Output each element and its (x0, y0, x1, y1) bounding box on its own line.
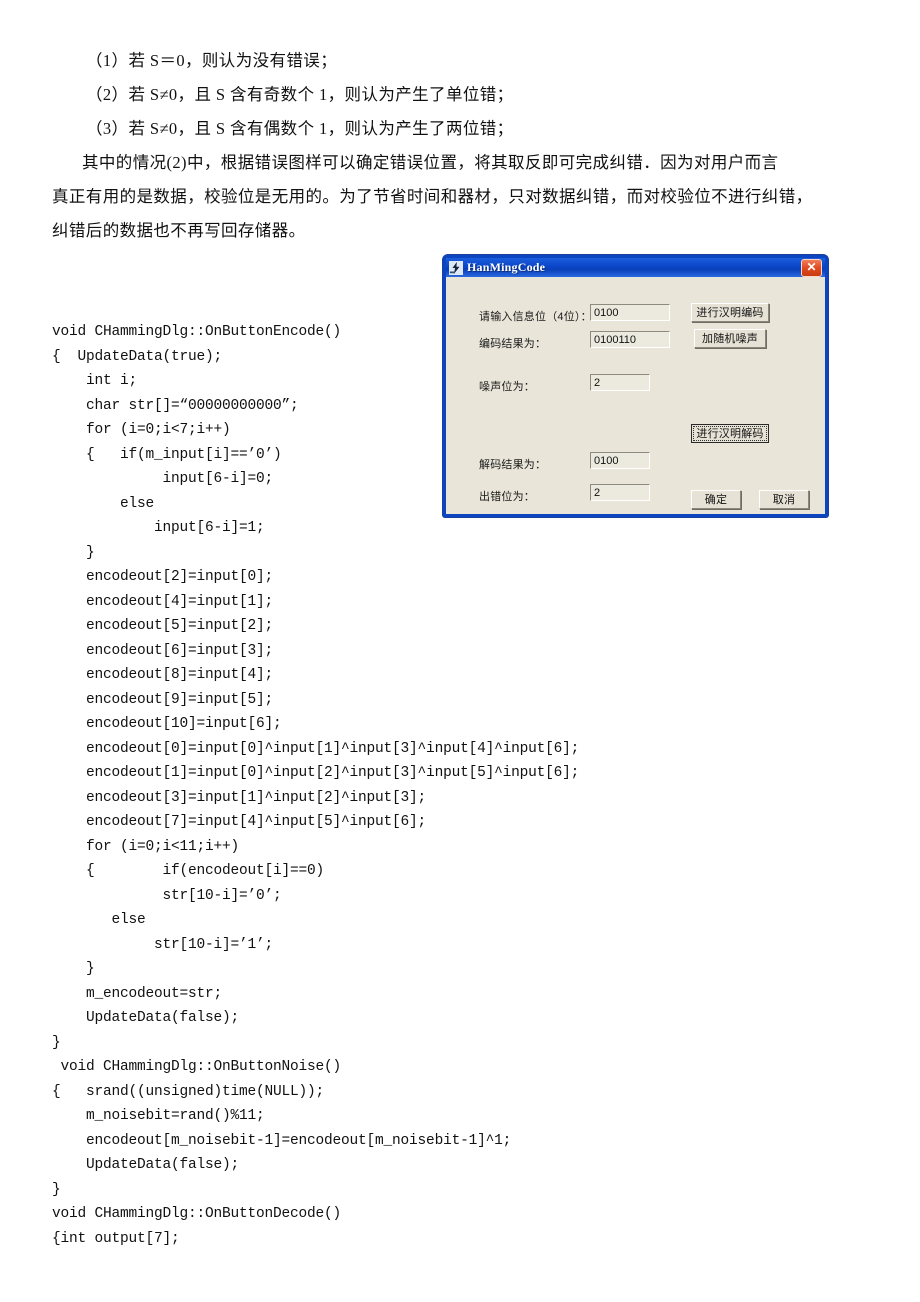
dialog-title: HanMingCode (467, 260, 546, 274)
code-line: for (i=0;i<11;i++) (52, 838, 240, 855)
code-line: m_noisebit=rand()%11; (52, 1108, 265, 1124)
prose-line: 真正有用的是数据，校验位是无用的。为了节省时间和器材，只对数据纠错，而对校验位不… (52, 187, 813, 206)
label-decode-result: 解码结果为： (479, 459, 547, 471)
code-line: UpdateData(false); (52, 1010, 240, 1026)
code-line: {int output[7]; (52, 1230, 180, 1247)
prose-line: 其中的情况(2)中，根据错误图样可以确定错误位置，将其取反即可完成纠错．因为对用… (82, 153, 779, 172)
code-line: encodeout[m_noisebit-1]=encodeout[m_nois… (52, 1132, 512, 1149)
code-line: } (52, 544, 95, 561)
input-bits-field[interactable]: 0100 (590, 304, 670, 321)
code-line: void CHammingDlg::OnButtonDecode() (52, 1206, 342, 1222)
code-line: str[10-i]=’0’; (52, 887, 282, 904)
hanmingcode-dialog-window: HanMingCode ✕ 请输入信息位（4位）： 0100 进行汉明编码 编码… (443, 255, 828, 517)
label-error-bit: 出错位为： (479, 491, 535, 503)
code-line: } (52, 1181, 61, 1198)
code-line: encodeout[10]=input[6]; (52, 716, 282, 732)
code-line: { if(encodeout[i]==0) (52, 863, 325, 879)
error-bit-field[interactable]: 2 (590, 484, 650, 501)
code-line: encodeout[5]=input[2]; (52, 618, 274, 634)
code-line: } (52, 1034, 61, 1051)
code-line: encodeout[7]=input[4]^input[5]^input[6]; (52, 814, 427, 830)
dialog-client-area: 请输入信息位（4位）： 0100 进行汉明编码 编码结果为： 0100110 加… (446, 277, 825, 514)
code-line: input[6-i]=1; (52, 520, 265, 536)
code-line: encodeout[2]=input[0]; (52, 569, 274, 585)
encode-result-field[interactable]: 0100110 (590, 331, 670, 348)
label-noise-bit: 噪声位为： (479, 381, 535, 393)
close-icon[interactable]: ✕ (801, 258, 822, 277)
code-line: encodeout[3]=input[1]^input[2]^input[3]; (52, 789, 427, 806)
app-lightning-icon (449, 260, 463, 275)
code-line: { srand((unsigned)time(NULL)); (52, 1083, 325, 1100)
code-line: m_encodeout=str; (52, 985, 223, 1002)
prose-line: （3）若 S≠0，且 S 含有偶数个 1，则认为产生了两位错； (86, 119, 514, 138)
noise-bit-field[interactable]: 2 (590, 374, 650, 391)
decode-button[interactable]: 进行汉明解码 (691, 424, 769, 443)
dialog-titlebar[interactable]: HanMingCode ✕ (446, 258, 825, 277)
code-line: void CHammingDlg::OnButtonNoise() (52, 1059, 342, 1075)
label-input-bits: 请输入信息位（4位）： (479, 311, 592, 323)
code-line: else (52, 912, 146, 928)
cancel-button[interactable]: 取消 (759, 490, 809, 509)
add-noise-button[interactable]: 加随机噪声 (694, 329, 766, 348)
code-line: encodeout[6]=input[3]; (52, 642, 274, 659)
code-line: UpdateData(false); (52, 1157, 240, 1173)
decode-result-field[interactable]: 0100 (590, 452, 650, 469)
document-prose-block: （1）若 S＝0，则认为没有错误； （2）若 S≠0，且 S 含有奇数个 1，则… (52, 44, 872, 248)
code-line: encodeout[9]=input[5]; (52, 691, 274, 708)
ok-button[interactable]: 确定 (691, 490, 741, 509)
encode-button[interactable]: 进行汉明编码 (691, 303, 769, 322)
code-line: } (52, 961, 95, 977)
code-line: encodeout[1]=input[0]^input[2]^input[3]^… (52, 765, 580, 781)
prose-line: （1）若 S＝0，则认为没有错误； (86, 51, 338, 70)
code-line: encodeout[0]=input[0]^input[1]^input[3]^… (52, 740, 580, 757)
prose-line: （2）若 S≠0，且 S 含有奇数个 1，则认为产生了单位错； (86, 85, 514, 104)
prose-line: 纠错后的数据也不再写回存储器。 (52, 221, 306, 240)
code-line: encodeout[4]=input[1]; (52, 593, 274, 610)
label-encode-result: 编码结果为： (479, 338, 547, 350)
code-line: str[10-i]=’1’; (52, 936, 274, 953)
code-line: encodeout[8]=input[4]; (52, 667, 274, 683)
